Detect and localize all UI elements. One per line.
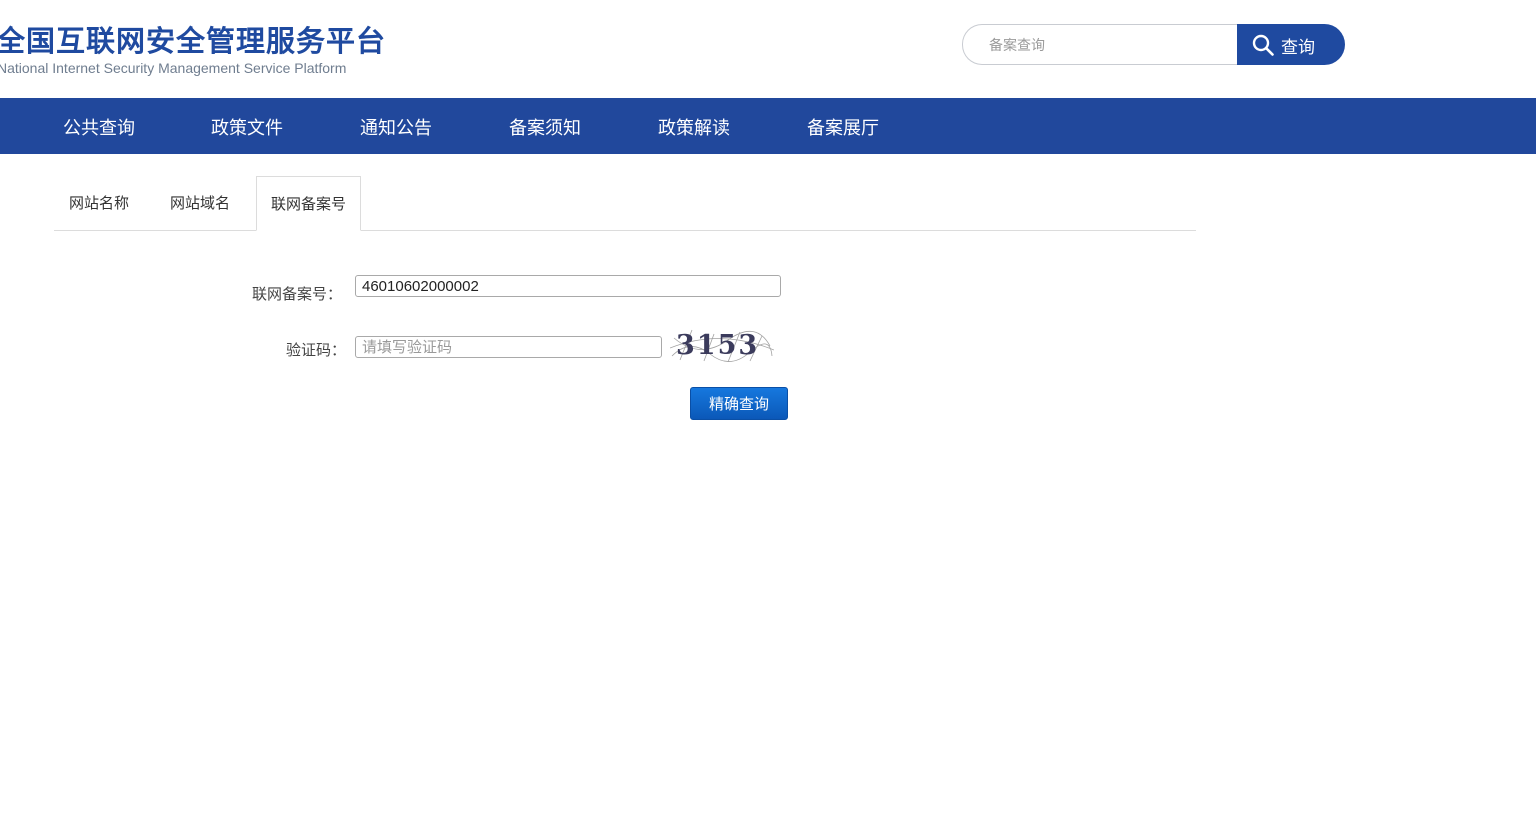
nav-item-policy-documents[interactable]: 政策文件 xyxy=(211,114,283,140)
search-icon xyxy=(1252,34,1274,56)
tab-website-domain[interactable]: 网站域名 xyxy=(170,176,230,229)
query-tabs: 网站名称 网站域名 联网备案号 xyxy=(54,176,1196,231)
site-logo-title[interactable]: 全国互联网安全管理服务平台 xyxy=(0,18,386,60)
record-number-label: 联网备案号： xyxy=(252,285,343,303)
captcha-input[interactable] xyxy=(355,336,662,358)
record-number-input[interactable] xyxy=(355,275,781,297)
main-nav: 公共查询 政策文件 通知公告 备案须知 政策解读 备案展厅 xyxy=(0,98,1536,154)
header-search: 查询 xyxy=(962,24,1345,65)
tab-website-name[interactable]: 网站名称 xyxy=(69,176,129,229)
tab-record-number[interactable]: 联网备案号 xyxy=(256,176,362,231)
nav-item-policy-interpretation[interactable]: 政策解读 xyxy=(658,114,730,140)
search-input-wrapper xyxy=(962,24,1239,65)
page: 全国互联网安全管理服务平台 National Internet Security… xyxy=(0,0,1536,816)
header: 全国互联网安全管理服务平台 National Internet Security… xyxy=(0,0,1536,98)
nav-item-notices[interactable]: 通知公告 xyxy=(360,114,432,140)
site-logo-subtitle: National Internet Security Management Se… xyxy=(0,60,347,76)
nav-item-filing-hall[interactable]: 备案展厅 xyxy=(807,114,879,140)
nav-item-filing-guide[interactable]: 备案须知 xyxy=(509,114,581,140)
captcha-text: 3153 xyxy=(676,330,759,361)
captcha-image[interactable]: 3153 xyxy=(670,326,774,362)
search-button-label: 查询 xyxy=(1281,38,1315,58)
search-input[interactable] xyxy=(987,34,1231,58)
captcha-label: 验证码： xyxy=(286,341,347,359)
search-button[interactable]: 查询 xyxy=(1237,24,1345,65)
exact-query-button[interactable]: 精确查询 xyxy=(690,387,788,420)
nav-item-public-query[interactable]: 公共查询 xyxy=(63,114,135,140)
